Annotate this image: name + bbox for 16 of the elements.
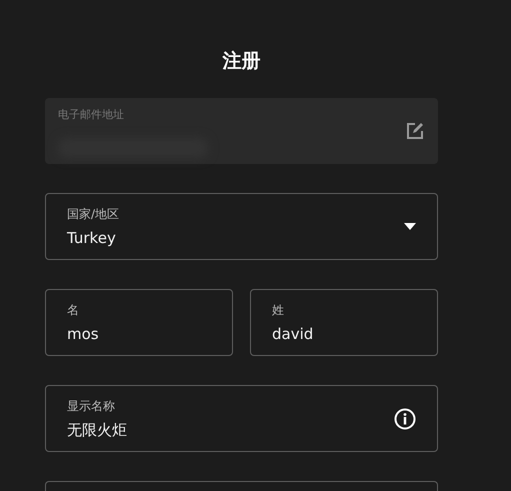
field-label: 国家/地区	[67, 206, 120, 223]
field-value: david	[272, 325, 314, 343]
info-icon[interactable]	[394, 408, 416, 430]
page-title: 注册	[222, 49, 260, 74]
field-label: 电子邮件地址	[58, 107, 125, 122]
field-label: 显示名称	[67, 398, 116, 414]
input-field[interactable]: 名 mos	[45, 289, 233, 356]
field-value: mos	[67, 325, 100, 343]
dropdown-field[interactable]: 国家/地区 Turkey	[45, 193, 438, 260]
field-value: 无限火炬	[67, 420, 128, 440]
field-value: Turkey	[67, 229, 117, 247]
input-field[interactable]: 显示名称 无限火炬	[45, 385, 438, 452]
field-label: 名	[67, 302, 80, 319]
input-field[interactable]: 姓 david	[250, 289, 438, 356]
field-label: 姓	[272, 302, 285, 319]
dropdown-arrow-icon[interactable]	[404, 223, 416, 230]
